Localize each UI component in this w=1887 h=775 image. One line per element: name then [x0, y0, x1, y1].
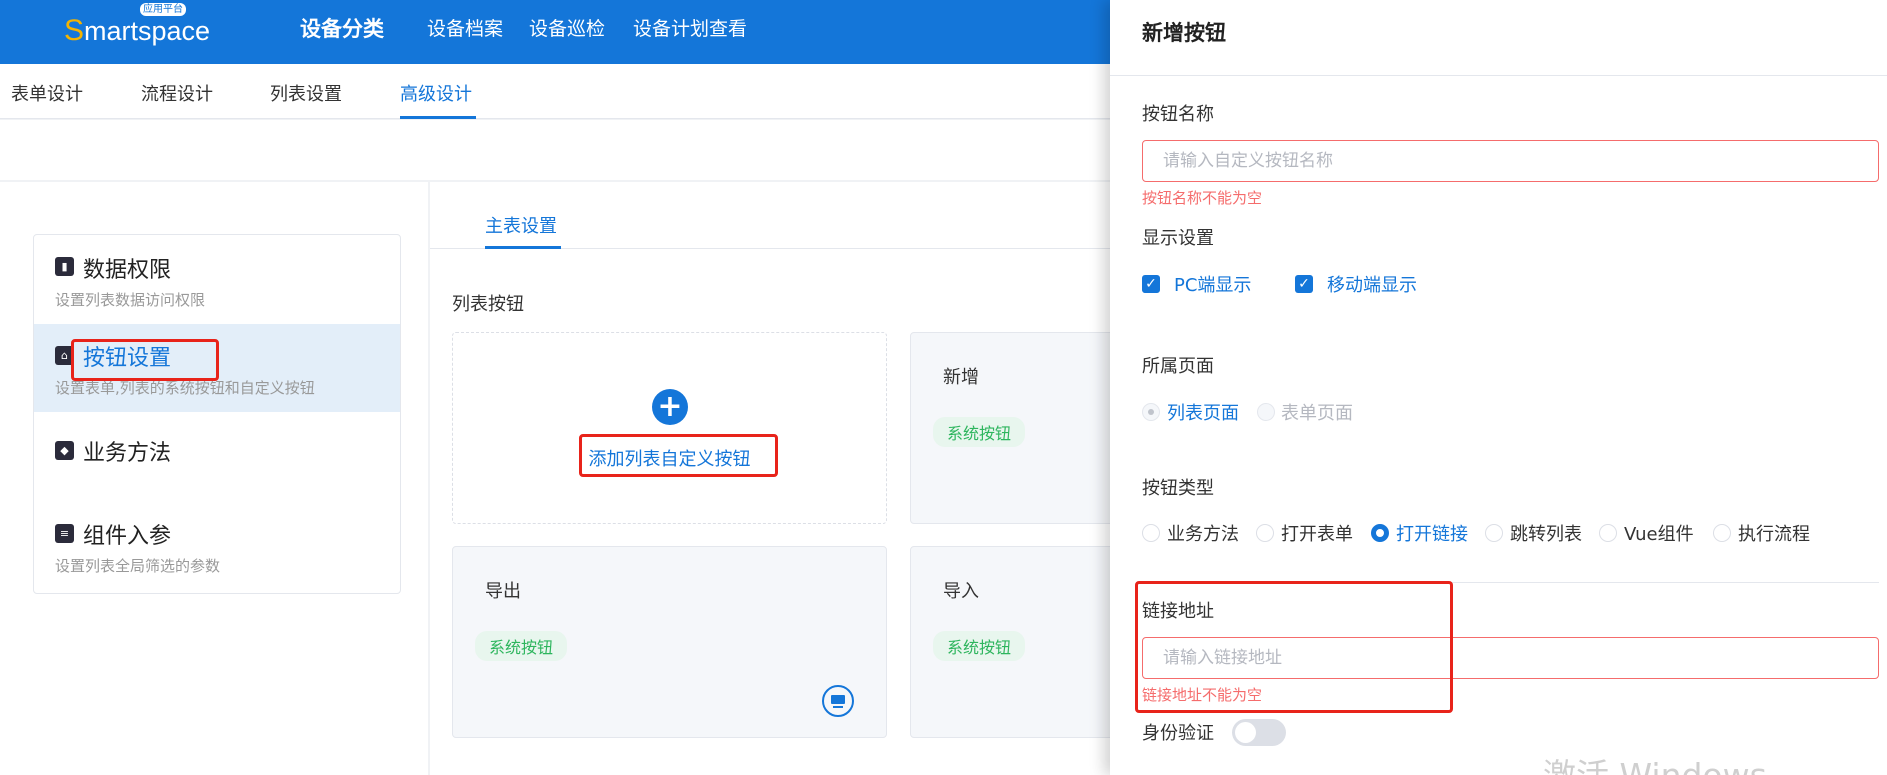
system-button-tag: 系统按钮 [475, 631, 568, 661]
active-tab-indicator [485, 246, 561, 249]
top-header: Smartspace 应用平台 设备分类 设备档案 设备巡检 设备计划查看 [0, 0, 1110, 64]
tab-form-design[interactable]: 表单设计 [11, 80, 83, 106]
toolbar-area [0, 120, 1110, 180]
logo-badge: 应用平台 [140, 3, 186, 16]
desktop-icon[interactable] [822, 685, 854, 717]
menu-item-data-permission[interactable]: ▮ 数据权限 设置列表数据访问权限 [34, 235, 400, 323]
mobile-display-checkbox[interactable]: ✓ [1295, 275, 1313, 293]
type-open-form-radio[interactable] [1256, 524, 1274, 542]
center-panel: 主表设置 列表按钮 + 添加列表自定义按钮 新增 系统按钮 导出 系统按钮 导入… [430, 182, 1345, 775]
nav-device-archive[interactable]: 设备档案 [427, 14, 503, 41]
type-open-link-radio[interactable] [1371, 524, 1389, 542]
display-settings-label: 显示设置 [1142, 228, 1214, 249]
button-type-label: 按钮类型 [1142, 478, 1214, 499]
nav-device-inspection[interactable]: 设备巡检 [529, 14, 605, 41]
menu-item-desc: 设置列表全局筛选的参数 [55, 557, 221, 575]
add-custom-button-label[interactable]: 添加列表自定义按钮 [453, 445, 886, 471]
logo-text: martspace [84, 16, 211, 46]
form-divider [1142, 582, 1879, 583]
type-open-form-label[interactable]: 打开表单 [1281, 520, 1353, 546]
logo-s: S [64, 14, 85, 47]
button-card-name: 新增 [943, 367, 979, 388]
tab-list-settings[interactable]: 列表设置 [270, 80, 342, 106]
type-jump-list-label[interactable]: 跳转列表 [1510, 520, 1582, 546]
system-button-tag: 系统按钮 [933, 631, 1026, 661]
drawer-title: 新增按钮 [1142, 21, 1226, 45]
list-buttons-label: 列表按钮 [452, 294, 524, 315]
tab-flow-design[interactable]: 流程设计 [141, 80, 213, 106]
logo[interactable]: Smartspace 应用平台 [64, 3, 211, 48]
link-address-input[interactable] [1142, 637, 1879, 679]
menu-item-title: 数据权限 [83, 258, 172, 283]
menu-item-button-settings[interactable]: ⌂ 按钮设置 设置表单,列表的系统按钮和自定义按钮 [34, 324, 400, 412]
type-jump-list-radio[interactable] [1485, 524, 1503, 542]
menu-item-title: 业务方法 [83, 441, 172, 466]
cube-icon: ◆ [55, 441, 74, 460]
sliders-icon: ≡ [55, 524, 74, 543]
pc-display-checkbox[interactable]: ✓ [1142, 275, 1160, 293]
menu-item-desc: 设置列表数据访问权限 [55, 291, 206, 309]
system-button-tag: 系统按钮 [933, 417, 1026, 447]
left-panel: ▮ 数据权限 设置列表数据访问权限 ⌂ 按钮设置 设置表单,列表的系统按钮和自定… [0, 182, 428, 775]
button-name-label: 按钮名称 [1142, 104, 1214, 125]
bag-icon: ⌂ [55, 346, 74, 365]
menu-item-business-method[interactable]: ◆ 业务方法 [34, 413, 400, 501]
page-label: 所属页面 [1142, 356, 1214, 377]
drawer-header-divider [1110, 75, 1887, 76]
identity-verification-switch[interactable] [1232, 719, 1286, 746]
tab-advanced-design[interactable]: 高级设计 [400, 80, 472, 106]
menu-item-title: 按钮设置 [83, 346, 172, 371]
menu-item-component-params[interactable]: ≡ 组件入参 设置列表全局筛选的参数 [34, 502, 400, 590]
settings-menu: ▮ 数据权限 设置列表数据访问权限 ⌂ 按钮设置 设置表单,列表的系统按钮和自定… [33, 234, 401, 594]
add-custom-button-card[interactable]: + 添加列表自定义按钮 [452, 332, 887, 524]
windows-activation-watermark: 激活 Windows [1543, 749, 1767, 775]
link-address-error: 链接地址不能为空 [1142, 686, 1263, 704]
list-page-label: 列表页面 [1167, 403, 1239, 424]
button-card-export[interactable]: 导出 系统按钮 [452, 546, 887, 738]
nav-device-plan[interactable]: 设备计划查看 [633, 14, 747, 41]
form-page-radio [1257, 403, 1275, 421]
list-page-radio [1142, 403, 1160, 421]
pc-display-label[interactable]: PC端显示 [1174, 271, 1251, 297]
type-run-flow-label[interactable]: 执行流程 [1738, 520, 1810, 546]
type-business-method-radio[interactable] [1142, 524, 1160, 542]
type-vue-component-radio[interactable] [1599, 524, 1617, 542]
button-card-name: 导入 [943, 581, 979, 602]
menu-item-desc: 设置表单,列表的系统按钮和自定义按钮 [55, 379, 315, 397]
type-run-flow-radio[interactable] [1713, 524, 1731, 542]
nav-device-category[interactable]: 设备分类 [300, 13, 384, 43]
type-open-link-label[interactable]: 打开链接 [1396, 520, 1468, 546]
add-button-drawer: 新增按钮 按钮名称 按钮名称不能为空 显示设置 ✓ PC端显示 ✓ 移动端显示 … [1110, 0, 1887, 775]
tab-main-table-settings[interactable]: 主表设置 [485, 212, 557, 238]
button-name-error: 按钮名称不能为空 [1142, 189, 1263, 207]
type-business-method-label[interactable]: 业务方法 [1167, 520, 1239, 546]
mobile-display-label[interactable]: 移动端显示 [1327, 271, 1417, 297]
identity-verification-label: 身份验证 [1142, 723, 1214, 744]
button-name-input[interactable] [1142, 140, 1879, 182]
type-vue-component-label[interactable]: Vue组件 [1624, 520, 1694, 546]
designer-tabs: 表单设计 流程设计 列表设置 高级设计 [0, 64, 1110, 119]
form-page-label: 表单页面 [1281, 403, 1353, 424]
button-card-name: 导出 [485, 581, 521, 602]
active-tab-indicator [400, 116, 476, 119]
plus-circle-icon: + [652, 389, 688, 425]
chart-icon: ▮ [55, 257, 74, 276]
menu-item-title: 组件入参 [83, 524, 172, 549]
link-address-label: 链接地址 [1142, 601, 1214, 622]
